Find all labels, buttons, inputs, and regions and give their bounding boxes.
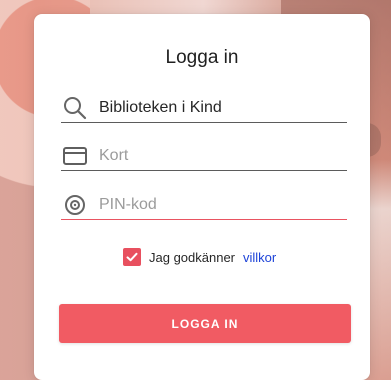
pin-field[interactable] bbox=[61, 190, 347, 220]
card-field[interactable] bbox=[61, 141, 347, 171]
credit-card-icon bbox=[61, 142, 89, 170]
login-title: Logga in bbox=[165, 47, 239, 68]
terms-row[interactable]: Jag godkänner villkor bbox=[123, 247, 276, 267]
library-input[interactable] bbox=[99, 96, 339, 120]
library-field[interactable] bbox=[61, 93, 347, 123]
terms-text: Jag godkänner bbox=[149, 249, 236, 265]
pin-input[interactable] bbox=[99, 193, 339, 217]
card-input[interactable] bbox=[99, 144, 339, 168]
login-button[interactable]: LOGGA IN bbox=[59, 304, 351, 343]
login-card: Logga in Biblioteken i Kind Kort Jag god… bbox=[34, 14, 370, 380]
terms-checkbox[interactable] bbox=[123, 248, 141, 266]
terms-link[interactable]: villkor bbox=[243, 250, 276, 265]
pin-target-icon bbox=[61, 191, 89, 219]
search-icon bbox=[61, 94, 89, 122]
checkmark-icon bbox=[126, 252, 138, 262]
